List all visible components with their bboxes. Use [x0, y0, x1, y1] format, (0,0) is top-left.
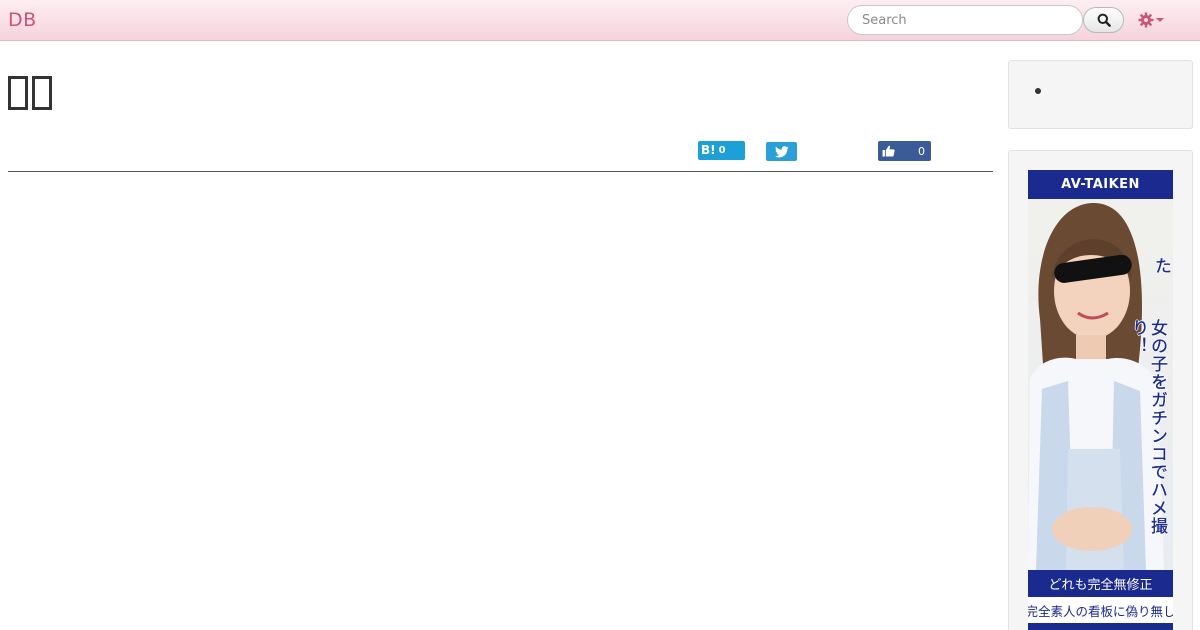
ad-banner[interactable]: AV-TAIKEN 「ナンパ」「モデル募集」でやって来た 女の子をガチンコでハメ… [1028, 170, 1173, 630]
missing-glyph-box [8, 76, 28, 110]
ad-bottom-stripe [1028, 625, 1173, 630]
thumbs-up-icon [882, 145, 895, 157]
chevron-down-icon [1156, 18, 1164, 22]
ad-footer-line1: どれも完全無修正 [1028, 570, 1173, 597]
settings-dropdown-toggle[interactable] [1138, 11, 1166, 29]
facebook-like-count: 0 [918, 144, 925, 158]
tweet-button[interactable] [766, 142, 797, 161]
ad-headline-col2: 女の子をガチンコでハメ撮り！ [1128, 319, 1167, 535]
article-divider [8, 171, 993, 172]
hatena-bookmark-count: 0 [718, 145, 726, 156]
list-item-bullet [1035, 88, 1041, 94]
ad-brand-header: AV-TAIKEN [1028, 170, 1173, 199]
gear-icon [1138, 12, 1154, 28]
search-icon [1097, 13, 1111, 27]
facebook-like-button[interactable]: 0 [878, 141, 931, 161]
top-navbar: DB [0, 0, 1200, 41]
search-button[interactable] [1083, 7, 1124, 33]
sidebar-ad-widget: AV-TAIKEN 「ナンパ」「モデル募集」でやって来た 女の子をガチンコでハメ… [1008, 150, 1193, 630]
hatena-bookmark-button[interactable]: B! 0 [698, 141, 745, 160]
twitter-bird-icon [774, 145, 789, 157]
page-title [8, 70, 52, 116]
ad-photo: 「ナンパ」「モデル募集」でやって来た 女の子をガチンコでハメ撮り！ [1028, 199, 1173, 570]
ad-footer-line2: 完全素人の看板に偽り無し [1028, 598, 1173, 625]
search-input[interactable] [847, 5, 1083, 35]
hatena-bookmark-icon: B! [701, 142, 716, 157]
brand-logo-link[interactable]: DB [8, 9, 37, 31]
missing-glyph-box [32, 76, 52, 110]
social-share-bar: B! 0 0 [0, 141, 1000, 161]
sidebar-list-widget [1008, 60, 1193, 129]
